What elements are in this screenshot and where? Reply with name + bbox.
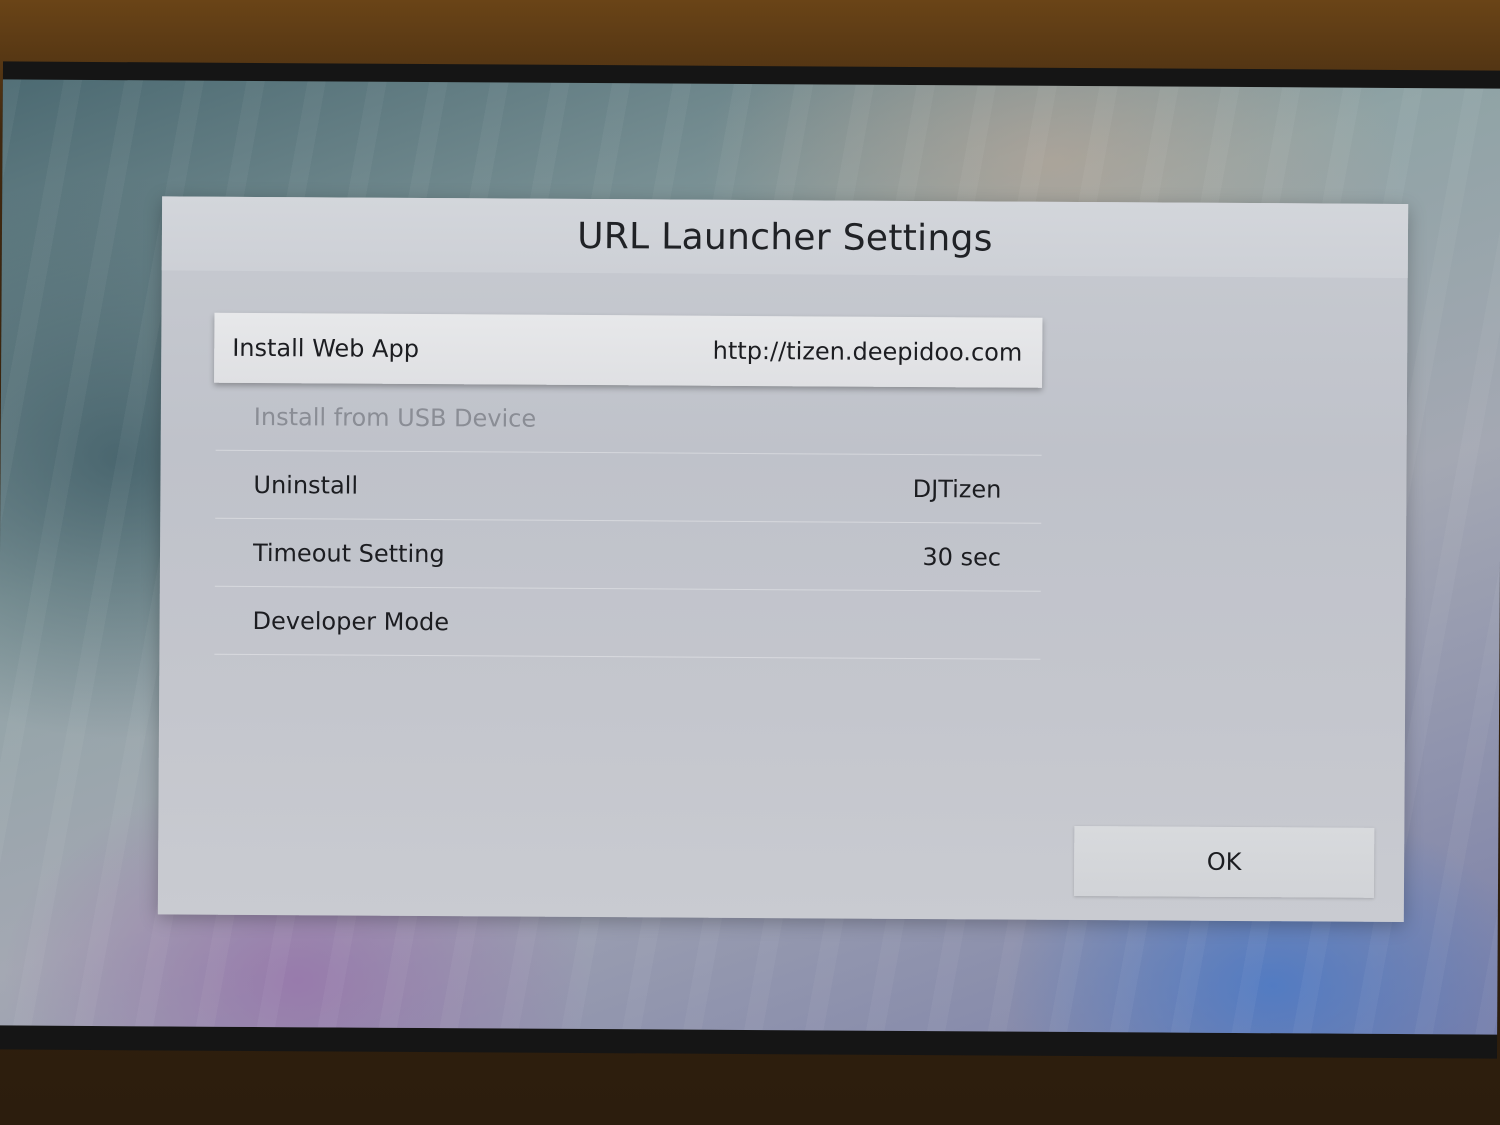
url-launcher-settings-dialog: URL Launcher Settings Install Web App ht… [157, 196, 1409, 923]
setting-row-uninstall[interactable]: Uninstall DJTizen [215, 450, 1042, 524]
settings-list: Install Web App http://tizen.deepidoo.co… [214, 312, 1043, 660]
dialog-header: URL Launcher Settings [161, 196, 1409, 279]
setting-value: DJTizen [912, 474, 1002, 504]
setting-label: Timeout Setting [252, 538, 445, 568]
setting-label: Install Web App [232, 333, 420, 363]
setting-row-install-from-usb: Install from USB Device [215, 382, 1043, 456]
setting-value: http://tizen.deepidoo.com [712, 336, 1023, 367]
setting-label: Developer Mode [252, 606, 450, 636]
ok-button[interactable]: OK [1073, 825, 1375, 898]
setting-row-developer-mode[interactable]: Developer Mode [214, 586, 1041, 660]
setting-label: Install from USB Device [253, 402, 537, 433]
setting-value: 30 sec [922, 542, 1002, 572]
setting-row-timeout-setting[interactable]: Timeout Setting 30 sec [214, 518, 1042, 592]
tv-screen: URL Launcher Settings Install Web App ht… [0, 79, 1500, 1035]
dialog-title: URL Launcher Settings [577, 215, 993, 259]
setting-row-install-web-app[interactable]: Install Web App http://tizen.deepidoo.co… [214, 312, 1043, 388]
setting-label: Uninstall [253, 470, 359, 500]
